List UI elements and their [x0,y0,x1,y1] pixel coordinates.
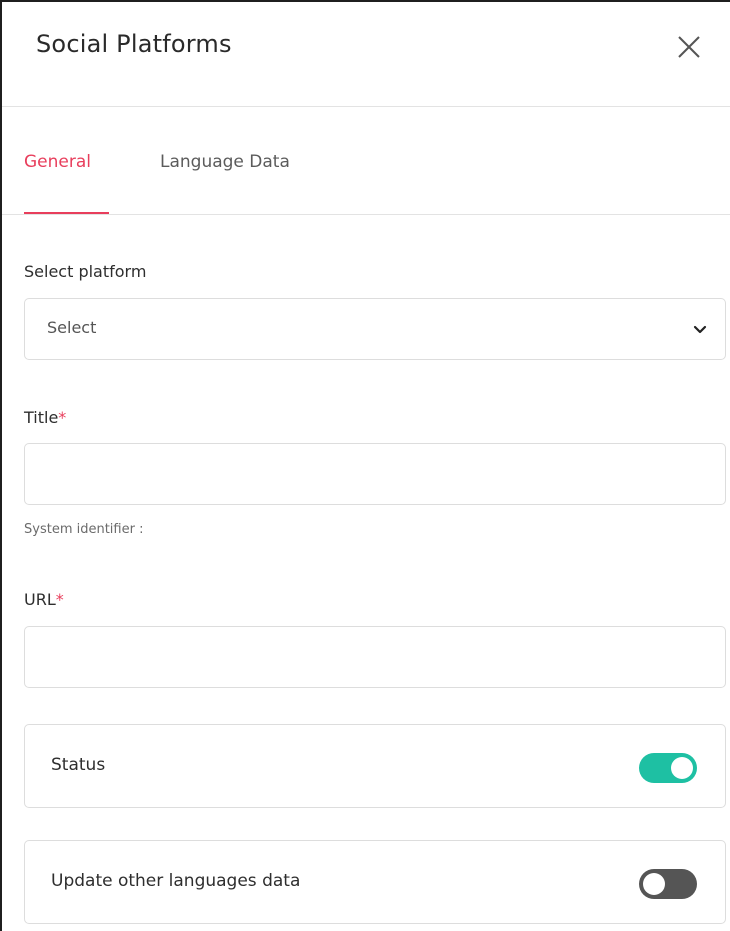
status-label: Status [51,755,106,775]
social-platforms-panel: Social Platforms General Language Data S… [0,0,730,931]
platform-select[interactable]: Select [24,298,726,360]
title-label: Title* [24,408,66,427]
system-identifier-text: System identifier : [24,522,144,537]
title-label-text: Title [24,408,59,427]
url-label-text: URL [24,590,56,609]
platform-select-value: Select [47,318,97,337]
tab-language-data[interactable]: Language Data [160,152,290,172]
tab-general[interactable]: General [24,152,91,172]
url-input[interactable] [24,626,726,688]
chevron-down-icon [693,325,707,334]
status-row: Status [24,724,726,808]
toggle-knob [671,757,693,779]
update-languages-row: Update other languages data [24,840,726,924]
update-languages-label: Update other languages data [51,871,301,891]
title-input[interactable] [24,443,726,505]
url-label: URL* [24,590,64,609]
update-languages-toggle[interactable] [639,869,697,899]
tab-bar: General Language Data [2,107,730,215]
close-icon[interactable] [674,32,704,62]
required-mark: * [58,408,67,427]
panel-header: Social Platforms [2,2,730,107]
select-platform-label: Select platform [24,262,147,281]
required-mark: * [55,590,64,609]
active-tab-indicator [24,212,109,214]
panel-title: Social Platforms [36,30,232,58]
toggle-knob [643,873,665,895]
status-toggle[interactable] [639,753,697,783]
